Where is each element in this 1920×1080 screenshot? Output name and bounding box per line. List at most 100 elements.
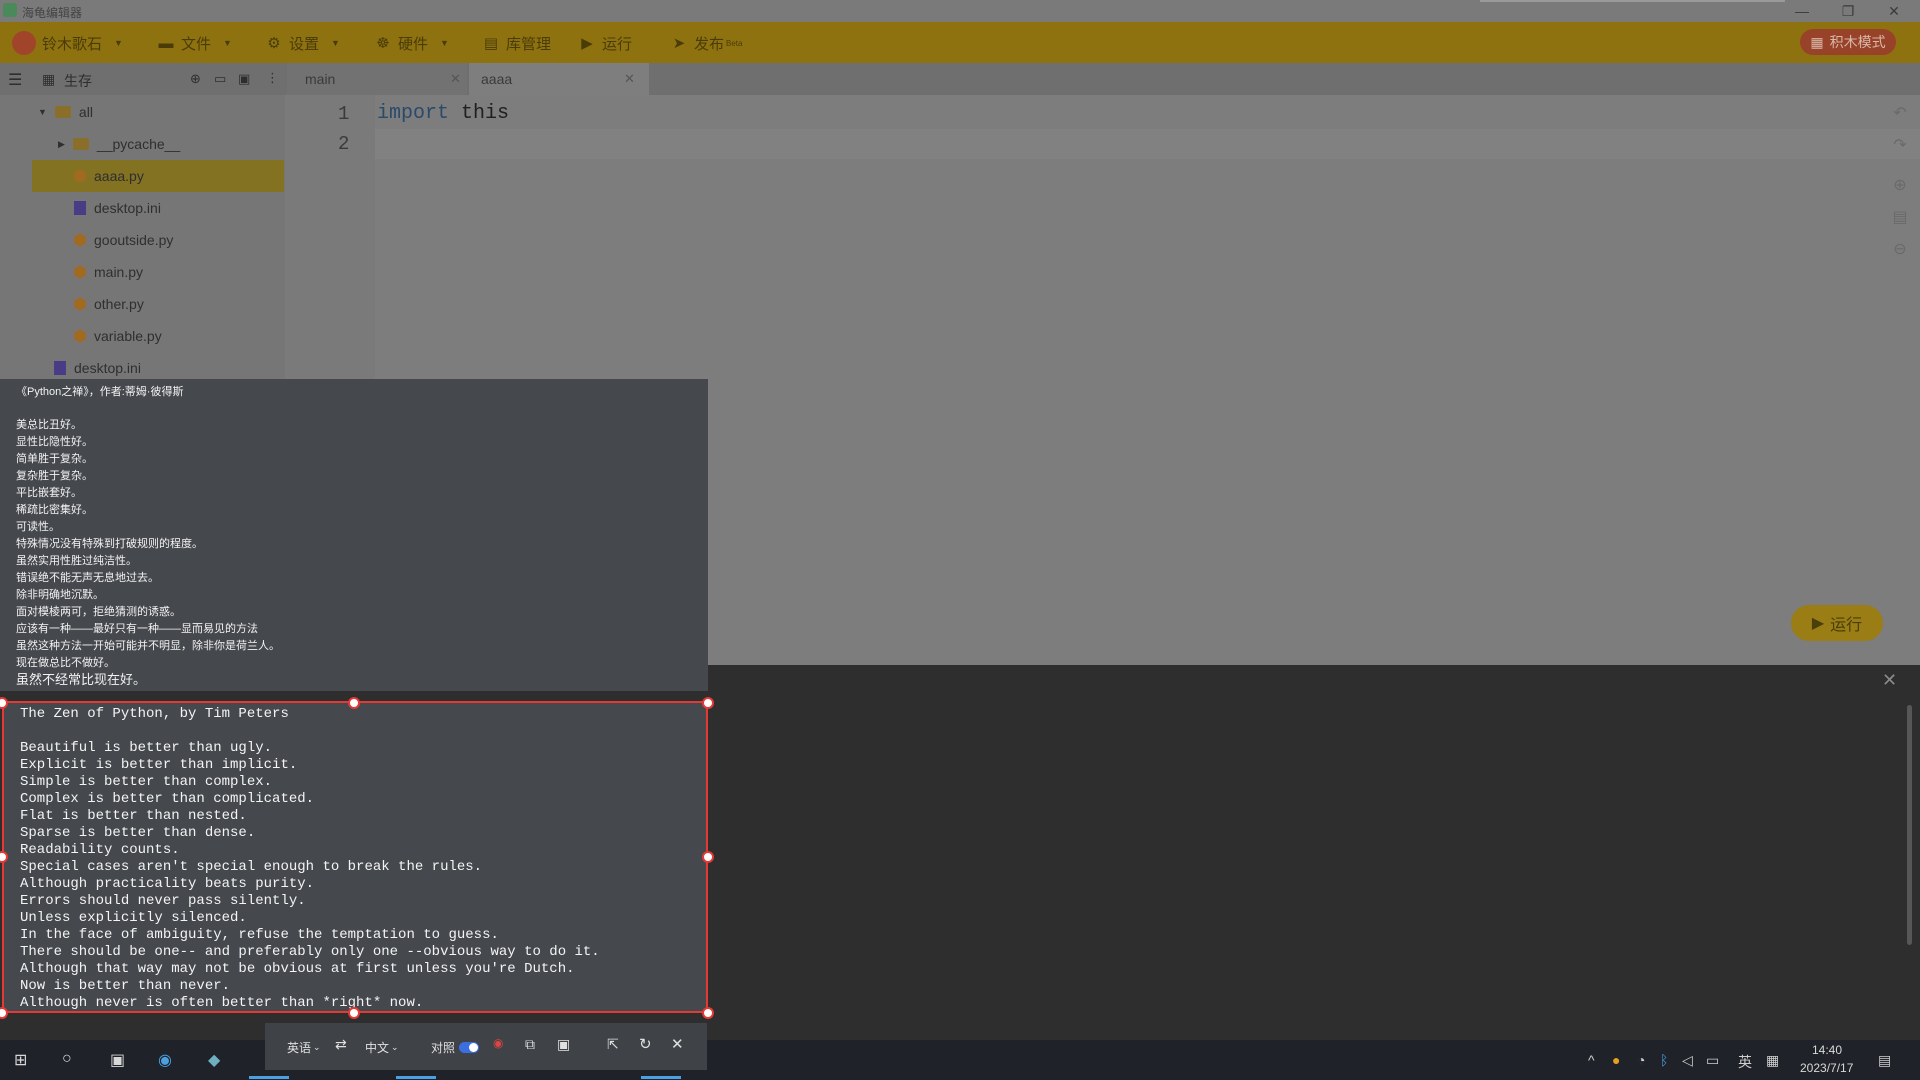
task-view-icon[interactable]: ▣ — [110, 1050, 125, 1070]
translate-toolbar: 英语 ⌄ ⇄ 中文 ⌄ 对照 ◉ ⧉ ▣ ⇱ ↻ ✕ — [265, 1023, 707, 1070]
tree-file-aaaa[interactable]: aaaa.py — [32, 160, 284, 192]
redo-icon[interactable]: ↷ — [1890, 135, 1910, 155]
tree-file-main[interactable]: main.py — [0, 256, 285, 288]
user-name: 铃木歌石 — [42, 35, 103, 53]
tree-item-label: main.py — [94, 264, 144, 280]
source-line: There should be one-- and preferably onl… — [20, 944, 600, 960]
close-console-icon[interactable]: ✕ — [1882, 670, 1897, 691]
run-button-label: 运行 — [1830, 617, 1863, 634]
source-line: Simple is better than complex. — [20, 774, 273, 790]
close-icon[interactable]: ✕ — [671, 1035, 684, 1053]
clock-date[interactable]: 2023/7/17 — [1800, 1061, 1853, 1075]
source-line: Errors should never pass silently. — [20, 893, 306, 909]
tree-folder-all[interactable]: ▼ all — [0, 96, 285, 128]
file-menu[interactable]: ▬ 文件 ▼ — [157, 32, 232, 54]
source-line: In the face of ambiguity, refuse the tem… — [20, 927, 499, 943]
tab-main[interactable]: main ✕ — [287, 63, 467, 95]
resize-handle-se[interactable] — [702, 1007, 714, 1019]
screenshot-selection[interactable]: The Zen of Python, by Tim Peters Beautif… — [2, 701, 708, 1013]
tree-folder-pycache[interactable]: ▶ __pycache__ — [0, 128, 285, 160]
translation-panel: 《Python之禅》，作者:蒂姆·彼得斯 美总比丑好。 显性比隐性好。 简单胜于… — [0, 379, 708, 691]
block-icon: ▦ — [1810, 33, 1824, 50]
ime-mode-icon[interactable]: ▦ — [1766, 1052, 1779, 1069]
close-tab-icon[interactable]: ✕ — [624, 71, 635, 87]
close-window-button[interactable]: ✕ — [1874, 1, 1914, 21]
run-button[interactable]: ▶ 运行 — [1791, 605, 1883, 641]
minimize-button[interactable]: — — [1782, 1, 1822, 21]
menu-icon[interactable]: ☰ — [8, 70, 22, 90]
sidebar-header: ☰ ▦ 生存 ⊕ ▭ ▣ ⋮ — [0, 63, 285, 95]
target-language-label: 中文 — [365, 1041, 390, 1055]
ime-language[interactable]: 英 — [1738, 1052, 1752, 1072]
pin-icon[interactable]: ⇱ — [607, 1036, 619, 1053]
compare-label: 对照 — [431, 1041, 456, 1055]
undo-icon[interactable]: ↶ — [1890, 103, 1910, 123]
app-icon — [3, 3, 17, 17]
edge-browser-icon[interactable]: ◉ — [158, 1050, 172, 1070]
keyboard-icon[interactable]: ▭ — [1706, 1052, 1719, 1069]
swap-language-icon[interactable]: ⇄ — [335, 1036, 347, 1053]
search-icon[interactable]: ○ — [62, 1050, 72, 1068]
active-app-indicator — [641, 1076, 681, 1079]
copy-icon[interactable]: ⧉ — [525, 1036, 535, 1053]
publish-button[interactable]: ➤ 发布 Beta — [670, 32, 743, 54]
format-icon[interactable]: ▤ — [1890, 207, 1910, 227]
tree-file-desktop-ini[interactable]: desktop.ini — [0, 192, 285, 224]
volume-icon[interactable]: ◁ — [1682, 1052, 1693, 1069]
compare-switch[interactable] — [459, 1042, 480, 1053]
refresh-icon[interactable]: ↻ — [639, 1035, 652, 1053]
new-folder-icon[interactable]: ▭ — [214, 71, 226, 87]
ini-file-icon — [74, 201, 86, 215]
hardware-menu[interactable]: ☸ 硬件 ▼ — [374, 32, 449, 54]
zoom-in-icon[interactable]: ⊕ — [1890, 175, 1910, 195]
tab-label: main — [305, 71, 336, 87]
clock-time[interactable]: 14:40 — [1812, 1043, 1842, 1057]
collapse-icon[interactable]: ▣ — [238, 71, 250, 87]
notification-icon[interactable]: ▤ — [1878, 1052, 1891, 1069]
code-line[interactable]: import this — [377, 102, 509, 125]
console-scrollbar[interactable] — [1907, 705, 1912, 945]
overlay-strip — [1480, 0, 1785, 2]
wifi-icon[interactable]: ◔ — [1637, 1052, 1645, 1068]
tab-aaaa[interactable]: aaaa ✕ — [469, 63, 649, 95]
tray-overflow-icon[interactable]: ^ — [1588, 1052, 1595, 1068]
target-language-select[interactable]: 中文 ⌄ — [365, 1039, 399, 1056]
current-line-highlight — [375, 129, 1920, 159]
app-icon[interactable]: ◆ — [208, 1050, 220, 1070]
line-number: 2 — [338, 133, 350, 155]
tree-file-gooutside[interactable]: gooutside.py — [0, 224, 285, 256]
tree-file-other[interactable]: other.py — [0, 288, 285, 320]
translation-line: 错误绝不能无声无息地过去。 — [16, 572, 159, 584]
resize-handle-s[interactable] — [348, 1007, 360, 1019]
qq-icon[interactable]: ● — [1612, 1052, 1620, 1068]
zoom-out-icon[interactable]: ⊖ — [1890, 239, 1910, 259]
collapse-arrow-icon: ▶ — [58, 138, 65, 149]
source-title: The Zen of Python, by Tim Peters — [20, 706, 289, 722]
source-line: Although that way may not be obvious at … — [20, 961, 575, 977]
close-tab-icon[interactable]: ✕ — [450, 71, 461, 87]
toolbar-run-button[interactable]: ▶ 运行 — [578, 32, 632, 54]
new-file-icon[interactable]: ⊕ — [190, 71, 201, 87]
tree-item-label: desktop.ini — [74, 360, 141, 376]
more-icon[interactable]: ⋮ — [266, 70, 279, 86]
settings-menu[interactable]: ⚙ 设置 ▼ — [265, 32, 340, 54]
resize-handle-e[interactable] — [702, 851, 714, 863]
save-icon[interactable]: ▣ — [557, 1036, 570, 1053]
restore-button[interactable]: ❐ — [1828, 1, 1868, 21]
bluetooth-icon[interactable]: ᛒ — [1660, 1052, 1668, 1068]
user-menu[interactable]: 铃木歌石 ▼ — [12, 31, 123, 55]
source-line: Complex is better than complicated. — [20, 791, 315, 807]
block-mode-button[interactable]: ▦ 积木模式 — [1800, 29, 1896, 55]
windows-start-icon[interactable]: ⊞ — [14, 1050, 27, 1070]
translation-line: 特殊情况没有特殊到打破规则的程度。 — [16, 538, 203, 550]
hardware-menu-label: 硬件 — [398, 35, 429, 53]
resize-handle-ne[interactable] — [702, 697, 714, 709]
tree-file-variable[interactable]: variable.py — [0, 320, 285, 352]
record-icon[interactable]: ◉ — [493, 1036, 503, 1050]
translation-line: 虽然这种方法一开始可能并不明显，除非你是荷兰人。 — [16, 640, 280, 652]
source-language-select[interactable]: 英语 ⌄ — [287, 1039, 321, 1056]
compare-toggle[interactable]: 对照 — [431, 1039, 480, 1056]
library-button[interactable]: ▤ 库管理 — [482, 32, 551, 54]
resize-handle-n[interactable] — [348, 697, 360, 709]
tree-item-label: all — [78, 104, 93, 120]
